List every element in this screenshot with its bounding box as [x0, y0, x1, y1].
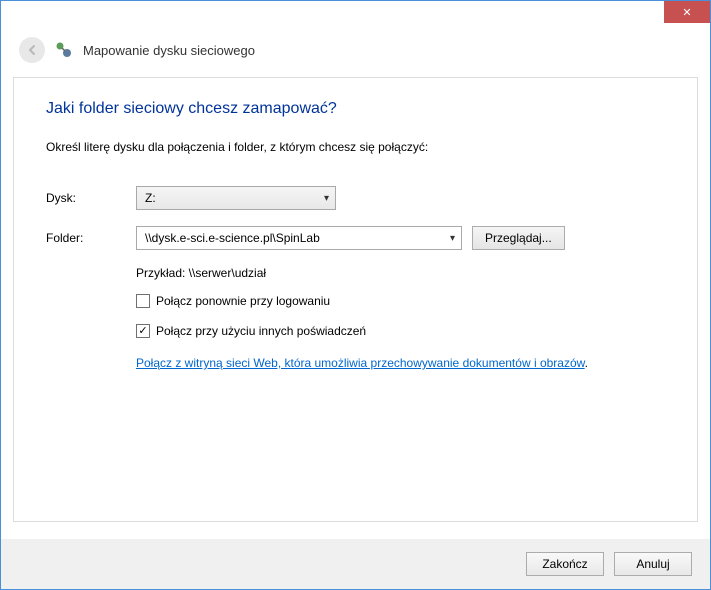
drive-label: Dysk:	[46, 191, 136, 205]
other-creds-label: Połącz przy użyciu innych poświadczeń	[156, 324, 366, 338]
cancel-button[interactable]: Anuluj	[614, 552, 692, 576]
chevron-down-icon: ▾	[324, 193, 329, 204]
wizard-header: Mapowanie dysku sieciowego	[1, 31, 710, 77]
finish-button[interactable]: Zakończ	[526, 552, 604, 576]
reconnect-label: Połącz ponownie przy logowaniu	[156, 294, 330, 308]
other-creds-row: Połącz przy użyciu innych poświadczeń	[136, 324, 665, 338]
arrow-left-icon	[25, 43, 39, 57]
close-icon: ✕	[682, 6, 691, 19]
drive-selected-value: Z:	[145, 191, 156, 205]
web-storage-link[interactable]: Połącz z witryną sieci Web, która umożli…	[136, 356, 585, 370]
footer-bar: Zakończ Anuluj	[1, 539, 710, 589]
folder-row: Folder: \\dysk.e-sci.e-science.pl\SpinLa…	[46, 226, 665, 250]
folder-combobox[interactable]: \\dysk.e-sci.e-science.pl\SpinLab ▾	[136, 226, 462, 250]
drive-select[interactable]: Z: ▾	[136, 186, 336, 210]
web-storage-link-line: Połącz z witryną sieci Web, która umożli…	[136, 354, 665, 373]
page-heading: Jaki folder sieciowy chcesz zamapować?	[46, 100, 665, 118]
drive-row: Dysk: Z: ▾	[46, 186, 665, 210]
wizard-title: Mapowanie dysku sieciowego	[83, 43, 255, 58]
network-drive-icon	[55, 41, 73, 59]
link-period: .	[585, 356, 588, 370]
reconnect-row: Połącz ponownie przy logowaniu	[136, 294, 665, 308]
content-panel: Jaki folder sieciowy chcesz zamapować? O…	[13, 77, 698, 522]
instruction-text: Określ literę dysku dla połączenia i fol…	[46, 140, 665, 154]
browse-button-label: Przeglądaj...	[485, 231, 552, 245]
other-creds-checkbox[interactable]	[136, 324, 150, 338]
folder-value: \\dysk.e-sci.e-science.pl\SpinLab	[145, 231, 320, 245]
back-button[interactable]	[19, 37, 45, 63]
close-button[interactable]: ✕	[664, 1, 710, 23]
title-bar: ✕	[1, 1, 710, 31]
reconnect-checkbox[interactable]	[136, 294, 150, 308]
folder-label: Folder:	[46, 231, 136, 245]
options-group: Przykład: \\serwer\udział Połącz ponowni…	[136, 266, 665, 373]
browse-button[interactable]: Przeglądaj...	[472, 226, 565, 250]
cancel-button-label: Anuluj	[636, 557, 669, 571]
finish-button-label: Zakończ	[542, 557, 587, 571]
chevron-down-icon: ▾	[450, 233, 455, 244]
example-text: Przykład: \\serwer\udział	[136, 266, 665, 280]
